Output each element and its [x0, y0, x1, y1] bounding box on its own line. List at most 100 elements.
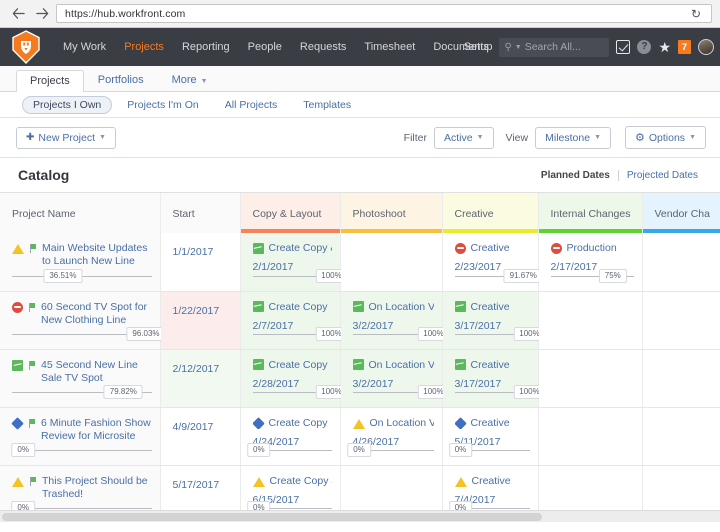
nav-item-my-work[interactable]: My Work: [54, 41, 115, 53]
task-title[interactable]: Creative: [455, 359, 530, 371]
cell-internal-empty[interactable]: [538, 407, 642, 465]
task-title[interactable]: Create Copy: [253, 417, 332, 429]
task-title[interactable]: Create Copy: [253, 359, 332, 371]
tab-portfolios[interactable]: Portfolios: [84, 69, 158, 91]
project-name-link[interactable]: 6 Minute Fashion Show Review for Microsi…: [41, 417, 152, 443]
back-arrow-icon[interactable]: [11, 6, 26, 21]
cell-internal[interactable]: Production2/17/201775%: [538, 233, 642, 291]
cell-vendor-empty[interactable]: [642, 291, 720, 349]
table-row[interactable]: 6 Minute Fashion Show Review for Microsi…: [0, 407, 720, 465]
setup-link[interactable]: Setup: [464, 41, 493, 53]
tab-more[interactable]: More▼: [158, 69, 222, 91]
cell-copy[interactable]: Create Copy2/7/2017100%: [240, 291, 340, 349]
col-header-copy-layout[interactable]: Copy & Layout: [240, 193, 340, 233]
view-dropdown[interactable]: Milestone ▼: [535, 127, 611, 149]
cell-photo[interactable]: On Location Vid...4/26/20170%: [340, 407, 442, 465]
options-button[interactable]: ⚙ Options ▼: [625, 126, 706, 149]
col-header-start[interactable]: Start: [160, 193, 240, 233]
task-title[interactable]: Creative: [455, 417, 530, 429]
col-header-project-name[interactable]: Project Name: [0, 193, 160, 233]
progress-value: 0%: [449, 443, 473, 457]
nav-item-projects[interactable]: Projects: [115, 41, 173, 53]
browser-nav-arrows: [8, 6, 50, 21]
cell-creative[interactable]: Creative3/17/2017100%: [442, 349, 538, 407]
nav-item-timesheet[interactable]: Timesheet: [355, 41, 424, 53]
avatar[interactable]: [698, 39, 714, 55]
cell-internal-empty[interactable]: [538, 291, 642, 349]
scrollbar-thumb[interactable]: [2, 513, 542, 521]
col-header-photoshoot[interactable]: Photoshoot: [340, 193, 442, 233]
task-title[interactable]: Creative: [455, 242, 530, 254]
cell-project-name[interactable]: Main Website Updates to Launch New Line3…: [0, 233, 160, 291]
task-title[interactable]: Creative: [455, 301, 530, 313]
subtab-projects-i-own[interactable]: Projects I Own: [22, 96, 112, 114]
checkmark-icon[interactable]: [616, 40, 630, 54]
cell-project-name[interactable]: 6 Minute Fashion Show Review for Microsi…: [0, 407, 160, 465]
cell-creative[interactable]: Creative2/23/201791.67%: [442, 233, 538, 291]
task-title[interactable]: On Location Vid...: [353, 417, 434, 429]
reload-icon[interactable]: ↻: [691, 8, 703, 20]
nav-item-people[interactable]: People: [239, 41, 291, 53]
task-title[interactable]: Production: [551, 242, 634, 254]
cell-internal-empty[interactable]: [538, 349, 642, 407]
cell-photo[interactable]: On Location Vid...3/2/2017100%: [340, 349, 442, 407]
new-project-button[interactable]: ✚ New Project ▼: [16, 127, 116, 149]
cell-start-date[interactable]: 1/1/2017: [160, 233, 240, 291]
cell-copy[interactable]: Create Copy & L...2/1/2017100%: [240, 233, 340, 291]
cell-creative[interactable]: Creative3/17/2017100%: [442, 291, 538, 349]
cell-vendor-empty[interactable]: [642, 233, 720, 291]
cell-vendor-empty[interactable]: [642, 407, 720, 465]
task-title[interactable]: On Location Vid...: [353, 301, 434, 313]
cell-project-name[interactable]: 45 Second New Line Sale TV Spot79.82%: [0, 349, 160, 407]
cell-start-date[interactable]: 1/22/2017: [160, 291, 240, 349]
cell-copy[interactable]: Create Copy4/24/20170%: [240, 407, 340, 465]
subtab-projects-im-on[interactable]: Projects I'm On: [116, 96, 209, 114]
table-row[interactable]: Main Website Updates to Launch New Line3…: [0, 233, 720, 291]
task-title[interactable]: Create Copy & L...: [253, 475, 332, 487]
projected-dates-toggle[interactable]: Projected Dates: [619, 170, 706, 181]
cell-vendor-empty[interactable]: [642, 349, 720, 407]
workfront-lion-logo[interactable]: [11, 30, 41, 64]
project-name-link[interactable]: 45 Second New Line Sale TV Spot: [41, 359, 152, 385]
task-title[interactable]: Create Copy & L...: [253, 242, 332, 254]
start-date-value: 1/22/2017: [173, 305, 220, 317]
task-title[interactable]: Create Copy: [253, 301, 332, 313]
project-name-link[interactable]: 60 Second TV Spot for New Clothing Line: [41, 301, 152, 327]
milestone-flag-icon: [26, 360, 37, 371]
col-header-internal-changes[interactable]: Internal Changes: [538, 193, 642, 233]
cell-creative[interactable]: Creative5/11/20170%: [442, 407, 538, 465]
table-row[interactable]: 60 Second TV Spot for New Clothing Line9…: [0, 291, 720, 349]
help-icon[interactable]: ?: [637, 40, 651, 54]
status-green-icon: [253, 243, 264, 254]
task-title-text: On Location Vid...: [369, 359, 434, 371]
col-header-creative[interactable]: Creative: [442, 193, 538, 233]
search-input[interactable]: ⚲ ▼ Search All...: [499, 38, 609, 57]
horizontal-scrollbar[interactable]: [0, 510, 720, 522]
cell-start-date[interactable]: 2/12/2017: [160, 349, 240, 407]
subtab-templates[interactable]: Templates: [292, 96, 362, 114]
table-row[interactable]: 45 Second New Line Sale TV Spot79.82%2/1…: [0, 349, 720, 407]
tab-projects[interactable]: Projects: [16, 70, 84, 92]
cell-photo[interactable]: On Location Vid...3/2/2017100%: [340, 291, 442, 349]
cell-start-date[interactable]: 4/9/2017: [160, 407, 240, 465]
nav-item-requests[interactable]: Requests: [291, 41, 355, 53]
forward-arrow-icon[interactable]: [35, 6, 50, 21]
project-name-link[interactable]: Main Website Updates to Launch New Line: [42, 242, 152, 268]
chevron-down-icon: ▼: [477, 134, 484, 141]
nav-item-reporting[interactable]: Reporting: [173, 41, 239, 53]
chevron-down-icon[interactable]: ▼: [515, 44, 522, 51]
planned-dates-toggle[interactable]: Planned Dates: [533, 170, 619, 181]
notification-badge[interactable]: 7: [678, 40, 691, 54]
address-bar[interactable]: https://hub.workfront.com ↻: [56, 4, 712, 23]
cell-photo-empty[interactable]: [340, 233, 442, 291]
col-header-vendor-changes[interactable]: Vendor Cha: [642, 193, 720, 233]
filter-dropdown[interactable]: Active ▼: [434, 127, 494, 149]
star-icon[interactable]: ★: [658, 40, 671, 54]
task-title[interactable]: Creative: [455, 475, 530, 487]
project-name-link[interactable]: This Project Should be Trashed!: [42, 475, 152, 501]
cell-copy[interactable]: Create Copy2/28/2017100%: [240, 349, 340, 407]
subtab-all-projects[interactable]: All Projects: [214, 96, 289, 114]
task-title[interactable]: On Location Vid...: [353, 359, 434, 371]
cell-project-name[interactable]: 60 Second TV Spot for New Clothing Line9…: [0, 291, 160, 349]
progress-value: 79.82%: [104, 385, 143, 399]
